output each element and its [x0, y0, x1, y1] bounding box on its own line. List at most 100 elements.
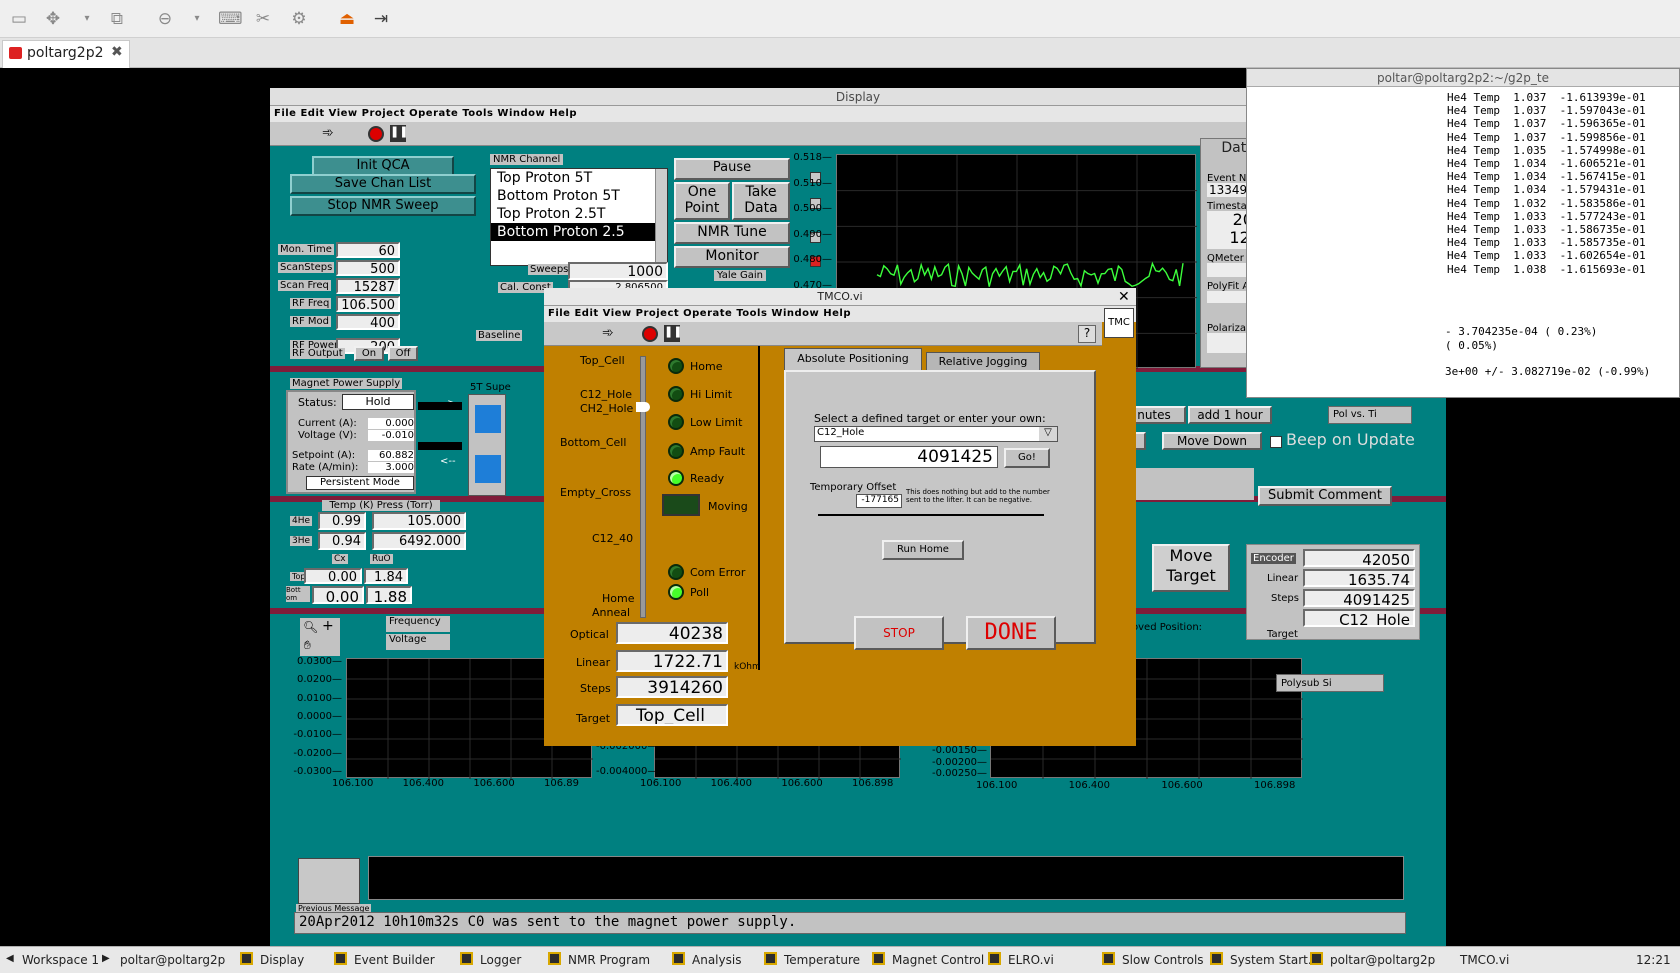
- task-item[interactable]: Slow Controls: [1122, 953, 1204, 967]
- rf-off-button[interactable]: Off: [388, 346, 418, 361]
- abort-icon[interactable]: [368, 126, 384, 142]
- run-arrow-icon[interactable]: ➾: [602, 325, 614, 341]
- task-item[interactable]: TMCO.vi: [1460, 953, 1509, 967]
- dropdown-icon[interactable]: ▾: [76, 8, 98, 30]
- persistent-mode-button[interactable]: Persistent Mode: [306, 476, 414, 490]
- settings-icon[interactable]: ⚙: [288, 8, 310, 30]
- copy-icon[interactable]: ⧉: [106, 8, 128, 30]
- param-value[interactable]: 15287: [336, 278, 400, 294]
- prev-workspace-icon[interactable]: ◀: [6, 953, 14, 964]
- tab-relative-jogging[interactable]: Relative Jogging: [926, 352, 1040, 370]
- tmco-menu[interactable]: File Edit View Project Operate Tools Win…: [544, 306, 1136, 322]
- setpoint-field[interactable]: 60.882: [368, 450, 414, 461]
- task-item[interactable]: Temperature: [784, 953, 860, 967]
- sweeps-field[interactable]: 1000: [568, 262, 668, 280]
- hand-icon[interactable]: ✋︎: [304, 638, 311, 653]
- stop-button[interactable]: STOP: [854, 616, 944, 650]
- task-item[interactable]: Analysis: [692, 953, 741, 967]
- bott-ruo: 1.88: [366, 586, 412, 604]
- pause-button[interactable]: Pause: [674, 158, 790, 180]
- param-value[interactable]: 500: [336, 260, 400, 276]
- plug-icon[interactable]: ⇥: [370, 8, 392, 30]
- beep-checkbox[interactable]: [1270, 436, 1282, 448]
- task-item[interactable]: poltar@poltarg2p: [120, 953, 225, 967]
- task-item[interactable]: Logger: [480, 953, 521, 967]
- param-value[interactable]: 400: [336, 314, 400, 330]
- ruo-label: RuO: [370, 554, 393, 564]
- frequency-scale[interactable]: Frequency: [386, 616, 450, 632]
- run-home-button[interactable]: Run Home: [882, 540, 964, 560]
- done-button[interactable]: DONE: [966, 616, 1056, 650]
- graph-palette[interactable]: 🔍︎ + ✋︎: [300, 618, 340, 656]
- zoom-icon[interactable]: 🔍︎: [303, 620, 318, 634]
- cut-icon[interactable]: ✂: [252, 8, 274, 30]
- nmr-channel-list[interactable]: Top Proton 5T Bottom Proton 5T Top Proto…: [490, 168, 668, 266]
- chevron-down-icon[interactable]: ▽: [1039, 427, 1057, 441]
- scrollbar[interactable]: [655, 169, 667, 265]
- target-select[interactable]: C12_Hole ▽: [814, 426, 1058, 442]
- pos-empty-cross: Empty_Cross: [560, 486, 632, 499]
- save-chan-list-button[interactable]: Save Chan List: [290, 174, 476, 194]
- voltage-scale[interactable]: Voltage: [386, 634, 450, 650]
- task-item[interactable]: Event Builder: [354, 953, 435, 967]
- terminal-line: He4 Temp 1.037 -1.597043e-01: [1447, 104, 1646, 118]
- disconnect-icon[interactable]: ⏏: [336, 8, 358, 30]
- terminal-line: He4 Temp 1.037 -1.599856e-01: [1447, 130, 1646, 144]
- position-slider-thumb[interactable]: [636, 402, 650, 412]
- add-hour-button[interactable]: add 1 hour: [1188, 406, 1272, 424]
- comment-field[interactable]: [1122, 468, 1254, 500]
- submit-comment-button[interactable]: Submit Comment: [1258, 486, 1392, 506]
- one-point-button[interactable]: One Point: [674, 182, 730, 220]
- prev-message-button[interactable]: [298, 858, 360, 904]
- status-field: Hold: [342, 394, 414, 410]
- keyboard-icon[interactable]: ⌨: [218, 8, 243, 30]
- param-value[interactable]: 60: [336, 242, 400, 258]
- app-toolbar: ▭ ✥ ▾ ⧉ ⊖ ▾ ⌨ ✂ ⚙ ⏏ ⇥: [0, 0, 1680, 38]
- rf-on-button[interactable]: On: [354, 346, 384, 361]
- target-steps-input[interactable]: 4091425: [820, 446, 998, 468]
- task-item[interactable]: System Start.vi: [1230, 953, 1322, 967]
- tab-poltarg2p2[interactable]: poltarg2p2 ✖: [2, 40, 130, 68]
- list-item[interactable]: Top Proton 5T: [491, 169, 667, 187]
- stop-nmr-sweep-button[interactable]: Stop NMR Sweep: [290, 196, 476, 216]
- move-target-button[interactable]: Move Target: [1152, 544, 1230, 592]
- help-icon[interactable]: ?: [1078, 325, 1096, 343]
- run-arrow-icon[interactable]: ➾: [322, 125, 334, 141]
- workspace-label[interactable]: Workspace 1: [22, 953, 99, 967]
- task-item[interactable]: poltar@poltarg2p: [1330, 953, 1435, 967]
- beep-label: Beep on Update: [1286, 430, 1415, 449]
- move-down-button[interactable]: Move Down: [1162, 432, 1262, 450]
- pause-icon[interactable]: ❚❚: [390, 125, 408, 142]
- param-value[interactable]: 106.500: [336, 296, 400, 312]
- task-item[interactable]: Display: [260, 953, 304, 967]
- task-item[interactable]: Magnet Control: [892, 953, 984, 967]
- close-icon[interactable]: ✕: [1118, 289, 1130, 305]
- list-item-selected[interactable]: Bottom Proton 2.5: [491, 223, 667, 241]
- init-qca-button[interactable]: Init QCA: [312, 156, 454, 176]
- pol-vs-time-select[interactable]: Pol vs. Ti: [1328, 406, 1412, 424]
- zoom-icon[interactable]: ⊖: [154, 8, 176, 30]
- voltage-field: -0.010: [368, 430, 414, 441]
- monitor-button[interactable]: Monitor: [674, 246, 790, 268]
- offset-input[interactable]: -177165: [856, 494, 902, 508]
- go-button[interactable]: Go!: [1004, 448, 1050, 468]
- task-item[interactable]: ELRO.vi: [1008, 953, 1054, 967]
- task-item[interactable]: NMR Program: [568, 953, 650, 967]
- abort-icon[interactable]: [642, 326, 658, 342]
- next-workspace-icon[interactable]: ▶: [102, 953, 110, 964]
- close-icon[interactable]: ✖: [111, 44, 123, 60]
- pause-icon[interactable]: ❚❚: [664, 325, 682, 342]
- crosshair-icon[interactable]: +: [322, 618, 334, 634]
- position-slider-track[interactable]: [640, 356, 646, 618]
- tab-absolute-positioning[interactable]: Absolute Positioning: [784, 348, 922, 370]
- list-item[interactable]: Top Proton 2.5T: [491, 205, 667, 223]
- nmr-tune-button[interactable]: NMR Tune: [674, 222, 790, 244]
- terminal-line: He4 Temp 1.038 -1.615693e-01: [1447, 262, 1646, 276]
- list-item[interactable]: Bottom Proton 5T: [491, 187, 667, 205]
- window-icon[interactable]: ▭: [8, 8, 30, 30]
- polysub-select[interactable]: Polysub Si: [1276, 674, 1384, 692]
- rate-field[interactable]: 3.000: [368, 462, 414, 473]
- pos-anneal: Anneal: [592, 606, 631, 619]
- move-icon[interactable]: ✥: [42, 8, 64, 30]
- dropdown-icon[interactable]: ▾: [186, 8, 208, 30]
